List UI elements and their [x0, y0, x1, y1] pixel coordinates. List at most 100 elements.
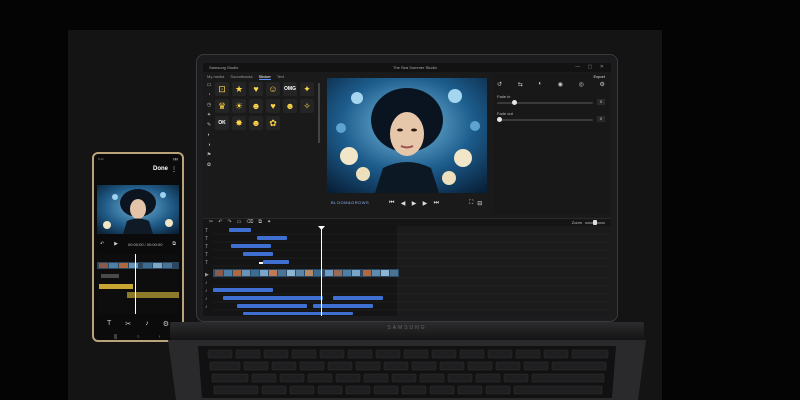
fade-in-value[interactable]: 0 — [597, 99, 605, 105]
phone-compare-icon[interactable]: ⧉ — [172, 241, 176, 247]
delete-icon[interactable]: ⌫ — [246, 219, 253, 225]
flip-icon[interactable]: ⇆ — [518, 81, 523, 88]
back-nav-icon[interactable]: ‹ — [159, 334, 161, 340]
sticker-item[interactable]: ☻ — [249, 99, 263, 113]
app-title: Samsung Studio — [209, 65, 239, 70]
phone-status-icons: ▮▮▮ — [173, 157, 178, 161]
sticker-item[interactable]: ✸ — [232, 116, 246, 130]
phone-playback-controls: ↶ ▶ 00:00:00 / 00:00:00 ⧉ — [100, 240, 176, 248]
magic-icon[interactable]: ✦ — [267, 219, 271, 225]
sticker-item[interactable]: ☺ — [266, 82, 280, 96]
tab-soundtracks[interactable]: Soundtracks — [230, 74, 252, 80]
sticker-item[interactable]: ⊡ — [215, 82, 229, 96]
marker-tool-icon[interactable]: ⚑ — [207, 152, 211, 158]
fade-in-slider-handle[interactable] — [512, 100, 518, 105]
phone-video-preview — [97, 185, 179, 234]
svg-text:T: T — [205, 260, 208, 266]
skip-end-icon[interactable]: ⏭ — [434, 200, 439, 207]
record-icon[interactable]: ◉ — [558, 81, 563, 88]
svg-text:T: T — [205, 252, 208, 258]
effects-tool-icon[interactable]: ✦ — [207, 112, 211, 118]
phone-device: 9:41 ▮▮▮ Done ⋮ ↶ ▶ 00:00:00 / 00:00:00 … — [92, 152, 184, 342]
settings-icon[interactable]: ⚙ — [600, 81, 605, 88]
speed-tool-icon[interactable]: ◷ — [207, 102, 211, 108]
timeline-tracks[interactable]: TTT TT▶ ♪♪♪♪ — [203, 226, 611, 316]
sidebar-scrollbar[interactable] — [318, 83, 320, 143]
step-forward-icon[interactable]: ▶ — [423, 200, 428, 207]
aspect-ratio-icon[interactable]: ⊟ — [477, 200, 482, 207]
sticker-item[interactable]: ✿ — [266, 116, 280, 130]
svg-text:T: T — [205, 228, 208, 234]
more-options-icon[interactable]: ⋮ — [171, 166, 177, 173]
laptop-screen: Samsung Studio The Sea Summer Studio — ▢… — [203, 63, 611, 316]
svg-text:T: T — [205, 244, 208, 250]
play-icon[interactable]: ▶ — [412, 200, 417, 207]
preview-playback-controls: ⏮ ◀ ▶ ▶ ⏭ — [389, 200, 439, 207]
color-tool-icon[interactable]: ◑ — [207, 142, 210, 148]
sticker-item[interactable]: ☀ — [232, 99, 246, 113]
media-tabs: My media Soundtracks Sticker Text — [207, 74, 284, 80]
filter-tool-icon[interactable]: ◐ — [207, 132, 210, 138]
timeline-zoom-label: Zoom — [571, 220, 582, 225]
done-button[interactable]: Done — [153, 166, 168, 172]
laptop-brand: SAMSUNG — [387, 325, 427, 331]
sticker-item[interactable]: ♥ — [266, 99, 280, 113]
phone-status-time: 9:41 — [98, 157, 104, 161]
phone-tab-music-icon[interactable]: ♪ — [145, 320, 149, 330]
contrast-icon[interactable]: ◐ — [538, 81, 542, 88]
undo-icon[interactable]: ↶ — [218, 219, 222, 225]
project-title: The Sea Summer Studio — [393, 65, 437, 70]
sticker-item[interactable]: ☻ — [283, 99, 297, 113]
tab-text[interactable]: Text — [277, 74, 284, 80]
svg-text:▶: ▶ — [205, 272, 209, 278]
sticker-item[interactable]: ★ — [232, 82, 246, 96]
sticker-item[interactable]: OMG — [283, 82, 297, 96]
sticker-item[interactable]: OK — [215, 116, 229, 130]
tool-rail: ▭ ◔ ◷ ✦ ✎ ◐ ◑ ⚑ ✿ — [205, 82, 213, 212]
phone-play-icon[interactable]: ▶ — [114, 241, 118, 247]
step-back-icon[interactable]: ◀ — [401, 200, 406, 207]
timeline-zoom-slider[interactable] — [585, 219, 605, 225]
duplicate-icon[interactable]: ⧉ — [258, 219, 262, 225]
phone-tab-bar: T ✂ ♪ ⚙ — [100, 320, 176, 330]
phone-tab-text-icon[interactable]: T — [107, 320, 111, 330]
fade-out-slider[interactable] — [497, 119, 593, 121]
video-preview — [327, 78, 487, 193]
phone-timeline[interactable] — [97, 254, 179, 314]
timeline-zoom: Zoom — [571, 219, 605, 225]
decor-tool-icon[interactable]: ✿ — [207, 162, 211, 168]
recents-nav-icon[interactable]: ||| — [114, 334, 118, 340]
redo-icon[interactable]: ↷ — [227, 219, 231, 225]
phone-tab-settings-icon[interactable]: ⚙ — [163, 320, 169, 330]
sticker-item[interactable]: ✧ — [300, 99, 314, 113]
adjust-tool-icon[interactable]: ◔ — [207, 92, 210, 98]
phone-undo-icon[interactable]: ↶ — [100, 241, 104, 247]
fade-out-slider-handle[interactable] — [496, 117, 502, 122]
svg-text:T: T — [205, 236, 208, 242]
timeline-zoom-handle[interactable] — [593, 219, 597, 225]
window-buttons[interactable]: — ▢ ✕ — [575, 64, 607, 70]
sticker-grid: ⊡ ★ ♥ ☺ OMG ✦ ♛ ☀ ☻ ♥ ☻ ✧ OK ✸ ☻ ✿ — [215, 82, 315, 130]
draw-tool-icon[interactable]: ✎ — [207, 122, 211, 128]
fullscreen-icon[interactable]: ⛶ — [469, 200, 473, 207]
fade-out-value[interactable]: 0 — [597, 116, 605, 122]
export-button[interactable]: Export — [593, 74, 605, 79]
media-tool-icon[interactable]: ▭ — [207, 82, 212, 88]
sticker-item[interactable]: ♥ — [249, 82, 263, 96]
crop-icon[interactable]: ▭ — [237, 219, 242, 225]
laptop-keyboard-deck — [168, 340, 646, 400]
properties-toolbar: ↺ ⇆ ◐ ◉ ◎ ⚙ — [497, 81, 605, 88]
target-icon[interactable]: ◎ — [579, 81, 584, 88]
split-icon[interactable]: ✂ — [209, 219, 213, 225]
phone-nav-bar: ||| ○ ‹ — [104, 334, 170, 340]
phone-tab-trim-icon[interactable]: ✂ — [125, 320, 131, 330]
sticker-item[interactable]: ☻ — [249, 116, 263, 130]
tab-sticker[interactable]: Sticker — [258, 74, 271, 80]
rotate-icon[interactable]: ↺ — [497, 81, 502, 88]
home-nav-icon[interactable]: ○ — [137, 334, 140, 340]
skip-start-icon[interactable]: ⏮ — [389, 200, 394, 207]
tab-my-media[interactable]: My media — [207, 74, 224, 80]
sticker-item[interactable]: ♛ — [215, 99, 229, 113]
sticker-item[interactable]: ✦ — [300, 82, 314, 96]
fade-out-row: Fade out 0 — [496, 111, 607, 123]
